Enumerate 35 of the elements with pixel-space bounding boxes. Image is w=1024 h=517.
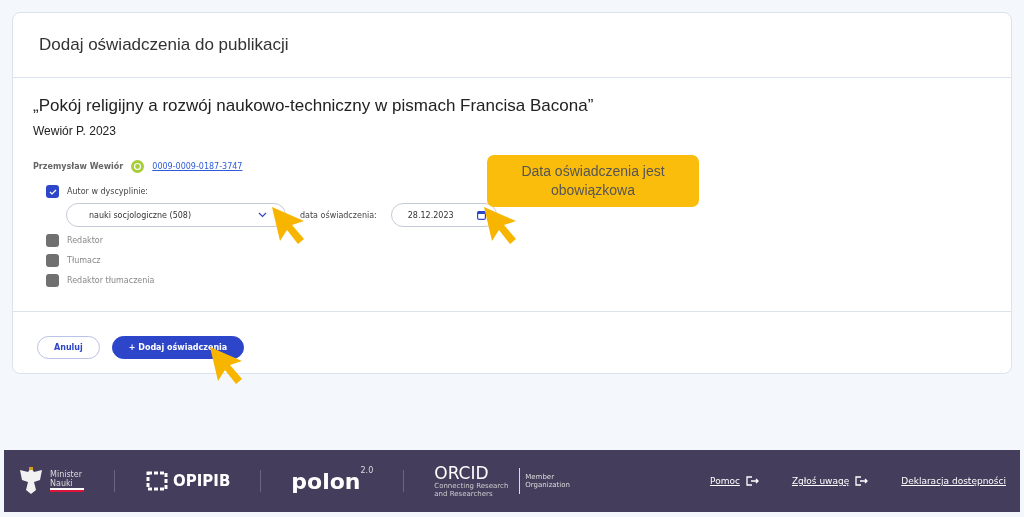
publication-title: „Pokój religijny a rozwój naukowo-techniczny w pismach Francisa Bacona”	[33, 96, 595, 116]
cancel-button[interactable]: Anuluj	[37, 336, 100, 359]
external-link-icon	[745, 476, 760, 486]
opi-logo-icon	[145, 470, 169, 492]
role-checkbox[interactable]	[46, 234, 59, 247]
opi-logo-text: OPIPIB	[173, 472, 231, 490]
callout: Data oświadczenia jest obowiązkowa	[487, 155, 699, 207]
checkmark-icon	[48, 187, 57, 196]
polon-logo-text: polon	[291, 468, 361, 494]
role-label: Autor w dyscyplinie:	[67, 187, 149, 196]
footer-link[interactable]: Zgłoś uwagę	[791, 476, 850, 486]
minister-text: Nauki	[50, 479, 74, 489]
eagle-emblem-icon	[18, 466, 44, 496]
footer-link[interactable]: Deklaracja dostępności	[901, 476, 1006, 486]
polon-version: 2.0	[360, 466, 374, 475]
calendar-icon	[476, 210, 486, 220]
role-checkbox[interactable]	[46, 185, 59, 198]
role-checkbox[interactable]	[46, 274, 59, 287]
role-label: Tłumacz	[67, 256, 101, 265]
role-checkbox[interactable]	[46, 254, 59, 267]
date-label: data oświadczenia:	[300, 210, 377, 220]
orcid-link[interactable]: 0009-0009-0187-3747	[152, 162, 243, 171]
footer-link[interactable]: Pomoc	[710, 476, 740, 486]
publication-meta: Wewiór P. 2023	[33, 124, 117, 138]
add-button[interactable]: + Dodaj oświadczenia	[111, 336, 245, 359]
dialog-title: Dodaj oświadczenia do publikacji	[39, 35, 289, 55]
orcid-logo-text: ORCID	[434, 463, 489, 484]
chevron-down-icon	[258, 212, 267, 218]
orcid-icon	[131, 160, 145, 173]
role-label: Redaktor	[67, 236, 104, 245]
author-name: Przemysław Wewiór	[33, 162, 124, 171]
role-label: Redaktor tłumaczenia	[67, 276, 155, 285]
minister-text: Minister	[50, 469, 83, 479]
external-link-icon	[855, 476, 870, 486]
flag-stripe-icon	[50, 488, 84, 493]
